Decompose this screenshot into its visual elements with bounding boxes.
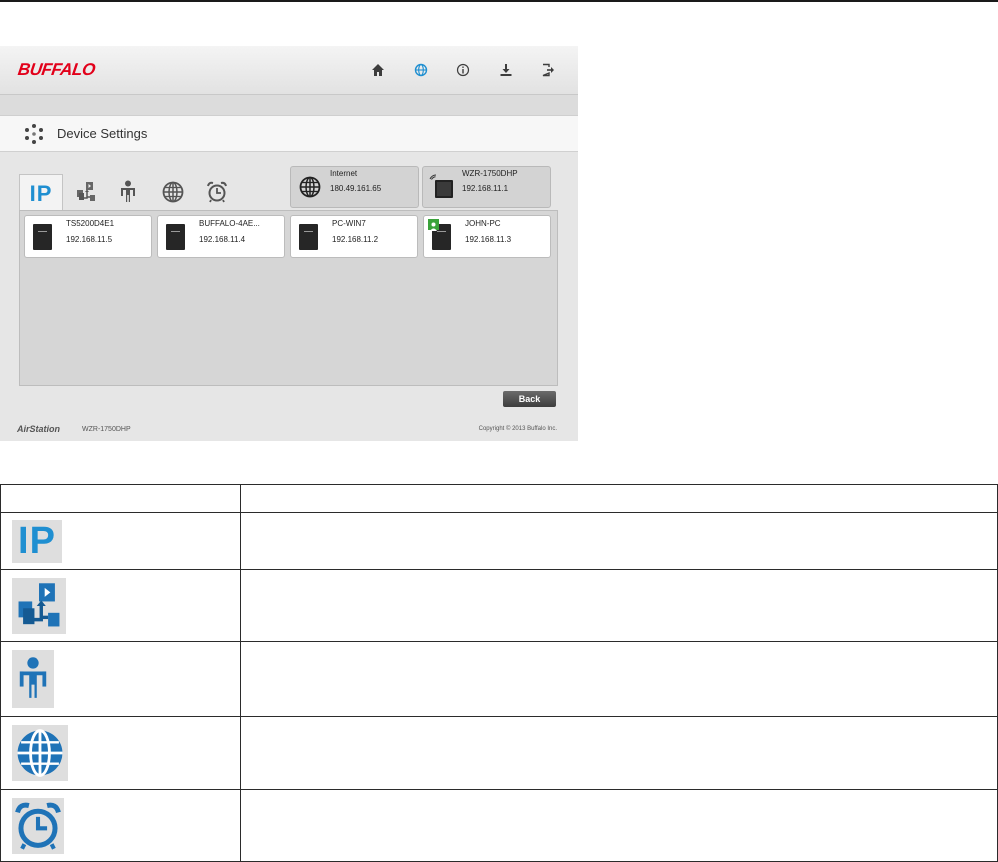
tab-network-devices[interactable] <box>65 174 107 210</box>
network-devices-icon <box>77 182 95 201</box>
page-title: Device Settings <box>57 126 148 141</box>
header-strip <box>0 95 578 116</box>
table-row <box>0 569 998 642</box>
internet-ip: 180.49.161.65 <box>330 184 382 193</box>
alarm-clock-icon <box>12 797 64 854</box>
table-cell <box>239 512 998 570</box>
router-ip: 192.168.11.1 <box>462 184 509 193</box>
device-settings-icon <box>22 122 46 146</box>
table-cell <box>239 641 998 717</box>
table-header-cell <box>239 484 998 513</box>
globe-icon <box>162 181 184 203</box>
icon-legend-table: IP <box>0 484 998 862</box>
globe-icon <box>299 176 321 198</box>
pc-icon <box>33 224 52 250</box>
device-card[interactable]: JOHN-PC 192.168.11.3 <box>423 215 551 258</box>
table-row <box>0 716 998 790</box>
app-header: BUFFALO <box>0 46 578 95</box>
tab-globe[interactable] <box>152 174 194 210</box>
person-icon <box>121 180 135 202</box>
globe-icon <box>12 725 68 781</box>
tab-ip[interactable]: IP <box>19 174 63 212</box>
device-list: TS5200D4E1 192.168.11.5 BUFFALO-4AE... 1… <box>19 210 558 386</box>
footer-model: WZR-1750DHP <box>82 426 131 433</box>
device-ip: 192.168.11.4 <box>199 235 246 244</box>
ip-icon: IP <box>29 180 53 206</box>
globe-icon[interactable] <box>411 60 431 80</box>
router-name: WZR-1750DHP <box>462 169 518 178</box>
footer-copyright: Copyright © 2013 Buffalo Inc. <box>478 426 557 432</box>
device-name: BUFFALO-4AE... <box>199 219 260 228</box>
table-row <box>0 789 998 862</box>
device-card[interactable]: TS5200D4E1 192.168.11.5 <box>24 215 152 258</box>
tab-alarm-clock[interactable] <box>196 174 238 210</box>
router-ui-screenshot: BUFFALO Device Settings Internet 180.49.… <box>0 46 578 441</box>
airstation-logo: AirStation <box>17 424 61 434</box>
logout-icon[interactable] <box>538 60 558 80</box>
download-icon[interactable] <box>496 60 516 80</box>
device-name: JOHN-PC <box>465 219 501 228</box>
router-icon <box>429 174 453 198</box>
table-row <box>0 641 998 717</box>
person-icon <box>12 650 54 708</box>
device-card[interactable]: BUFFALO-4AE... 192.168.11.4 <box>157 215 285 258</box>
device-ip: 192.168.11.2 <box>332 235 379 244</box>
back-button[interactable]: Back <box>503 391 556 407</box>
device-ip: 192.168.11.3 <box>465 235 512 244</box>
tab-person[interactable] <box>107 174 149 210</box>
device-card[interactable]: PC-WIN7 192.168.11.2 <box>290 215 418 258</box>
table-cell <box>239 789 998 862</box>
info-icon[interactable] <box>453 60 473 80</box>
device-ip: 192.168.11.5 <box>66 235 113 244</box>
device-name: PC-WIN7 <box>332 219 366 228</box>
internet-label: Internet <box>330 169 358 178</box>
table-cell <box>239 569 998 642</box>
ip-icon: IP <box>12 519 62 563</box>
pc-icon <box>299 224 318 250</box>
network-devices-icon <box>12 577 66 634</box>
title-bar: Device Settings <box>0 116 578 152</box>
internet-card[interactable]: Internet 180.49.161.65 <box>290 166 419 208</box>
table-cell <box>239 716 998 790</box>
top-rule <box>0 0 998 2</box>
user-badge-icon <box>428 219 439 231</box>
buffalo-logo: BUFFALO <box>16 60 97 79</box>
router-card[interactable]: WZR-1750DHP 192.168.11.1 <box>422 166 551 208</box>
device-name: TS5200D4E1 <box>66 219 115 228</box>
table-header-row <box>0 484 998 513</box>
table-row: IP <box>0 512 998 570</box>
pc-icon <box>166 224 185 250</box>
table-header-cell <box>0 484 241 513</box>
ip-icon-label: IP <box>18 520 56 562</box>
home-icon[interactable] <box>368 60 388 80</box>
alarm-clock-icon <box>207 181 227 203</box>
